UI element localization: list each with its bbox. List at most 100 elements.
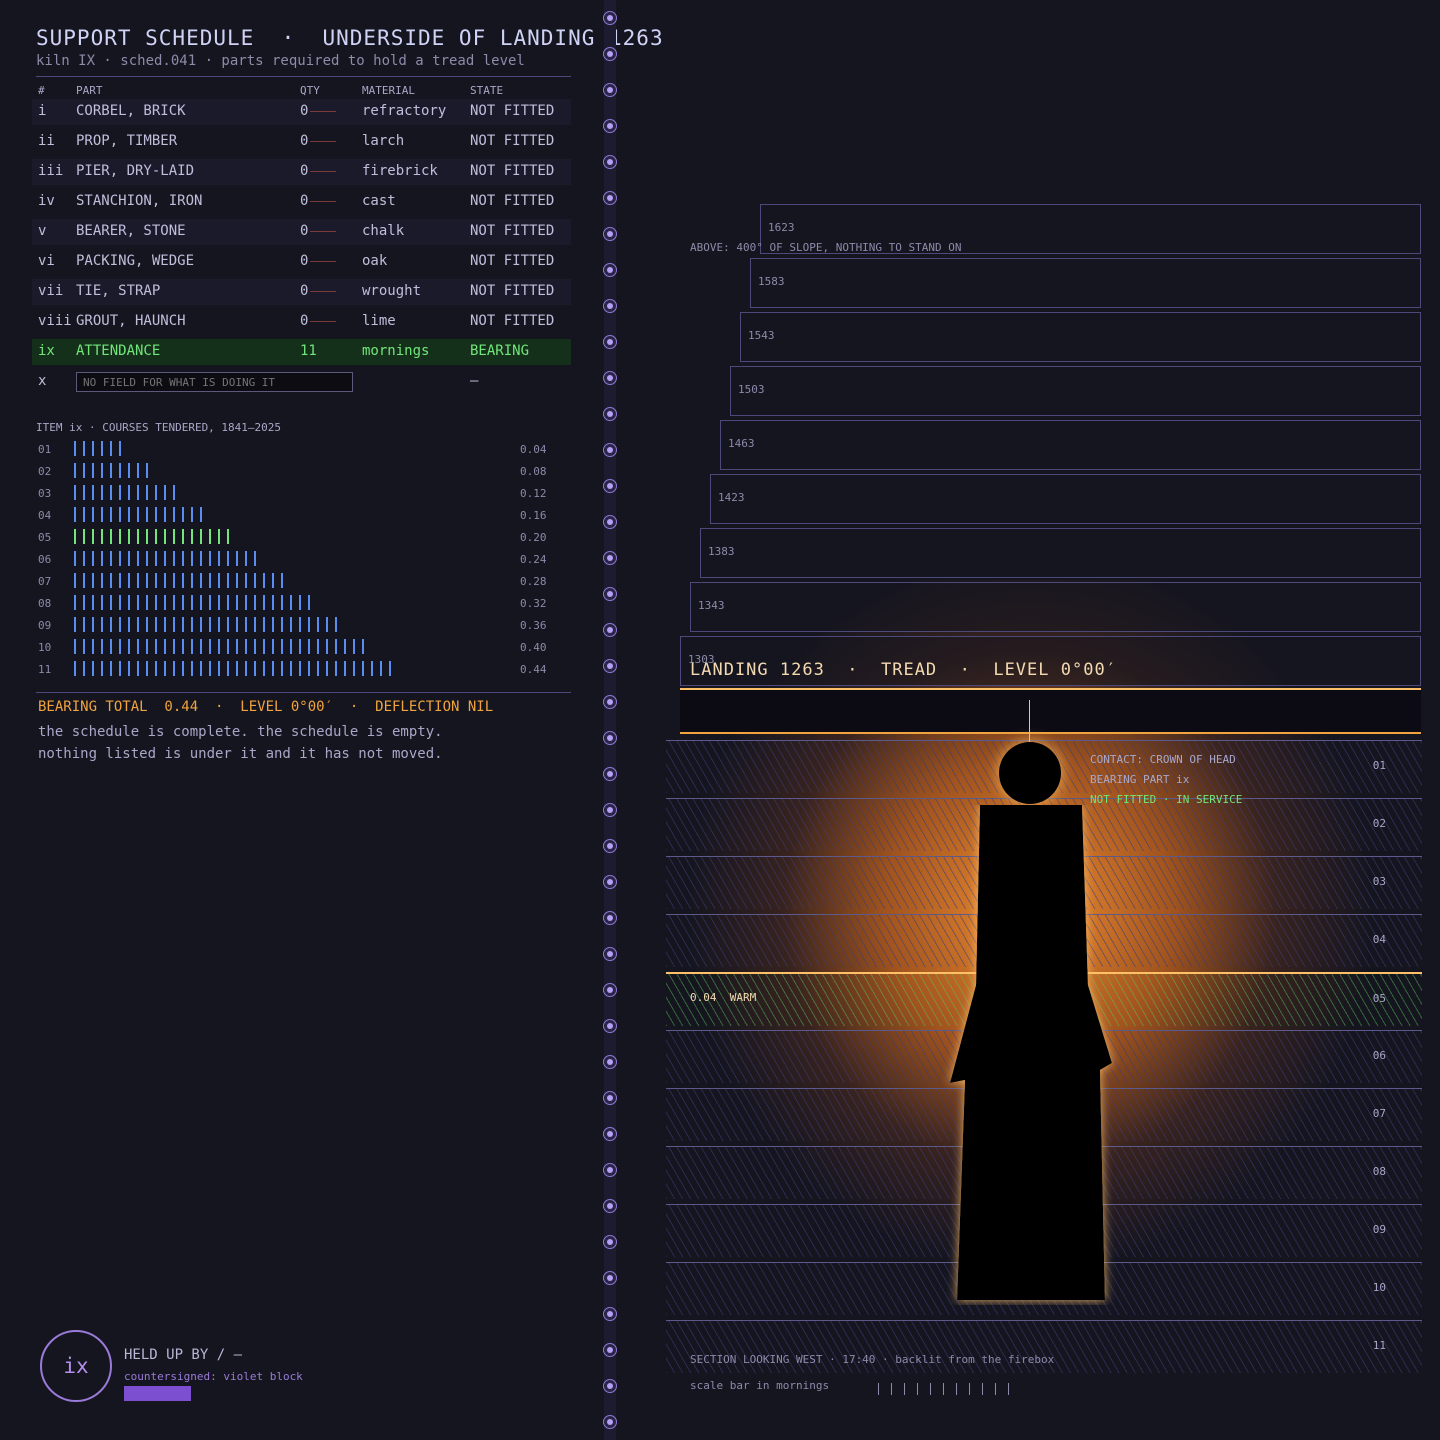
tally-mark <box>119 573 121 588</box>
table-row[interactable]: v BEARER, STONE 0 chalk NOT FITTED <box>32 219 571 245</box>
spine-bolt-icon <box>603 11 617 25</box>
tally-mark <box>146 617 148 632</box>
column-header-qty: QTY <box>300 84 320 97</box>
tally-mark <box>173 639 175 654</box>
tally-mark <box>308 595 310 610</box>
spine-bolt-icon <box>603 1055 617 1069</box>
tally-value: 0.08 <box>520 465 547 478</box>
row-part: TIE, STRAP <box>76 283 161 299</box>
tally-mark <box>137 573 139 588</box>
tally-mark <box>209 661 211 676</box>
tally-mark <box>74 573 76 588</box>
course-number: 02 <box>1372 817 1386 830</box>
tally-course-number: 01 <box>38 443 52 456</box>
tally-mark <box>92 551 94 566</box>
tally-mark <box>74 507 76 522</box>
spine-bolt-icon <box>603 299 617 313</box>
row-number: ix <box>38 343 55 359</box>
contact-line <box>1029 700 1030 744</box>
tally-mark <box>173 617 175 632</box>
flight-level-label: 1383 <box>708 545 735 558</box>
row-state: — <box>470 373 479 389</box>
tally-row: 09 0.36 <box>36 617 556 639</box>
spine-bolt-icon <box>603 1271 617 1285</box>
tally-row: 01 0.04 <box>36 441 556 463</box>
tally-mark <box>218 617 220 632</box>
tally-mark <box>227 617 229 632</box>
tally-marks <box>74 573 290 591</box>
scale-tick <box>904 1383 905 1395</box>
tally-mark <box>137 639 139 654</box>
unlisted-part-field[interactable] <box>76 372 353 392</box>
table-row[interactable]: ii PROP, TIMBER 0 larch NOT FITTED <box>32 129 571 155</box>
tally-mark <box>146 573 148 588</box>
tally-mark <box>209 639 211 654</box>
row-material: oak <box>362 253 388 269</box>
tally-mark <box>92 463 94 478</box>
tally-mark <box>362 639 364 654</box>
upper-flight: 1423 <box>710 474 1421 524</box>
table-row[interactable]: i CORBEL, BRICK 0 refractory NOT FITTED <box>32 99 571 125</box>
tally-mark <box>101 639 103 654</box>
tally-row: 04 0.16 <box>36 507 556 529</box>
tally-mark <box>191 661 193 676</box>
countersigned-note: countersigned: violet block <box>124 1370 303 1383</box>
row-part: PACKING, WEDGE <box>76 253 195 269</box>
tally-mark <box>137 485 139 500</box>
tally-mark <box>155 595 157 610</box>
column-header-number: # <box>38 84 45 97</box>
tread-slab <box>680 688 1421 734</box>
tally-mark <box>128 485 130 500</box>
tally-mark <box>83 485 85 500</box>
course-number: 08 <box>1372 1165 1386 1178</box>
tally-mark <box>218 595 220 610</box>
tally-mark <box>83 595 85 610</box>
tally-mark <box>218 661 220 676</box>
spine-bolt-icon <box>603 731 617 745</box>
course-number: 01 <box>1372 759 1386 772</box>
table-row[interactable]: iv STANCHION, IRON 0 cast NOT FITTED <box>32 189 571 215</box>
course-number: 10 <box>1372 1281 1386 1294</box>
spine-bolt-icon <box>603 479 617 493</box>
row-material: chalk <box>362 223 405 239</box>
table-row[interactable]: vi PACKING, WEDGE 0 oak NOT FITTED <box>32 249 571 275</box>
tally-course-number: 10 <box>38 641 52 654</box>
tally-mark <box>317 639 319 654</box>
tally-mark <box>128 661 130 676</box>
spine-bolt-icon <box>603 1019 617 1033</box>
tally-mark <box>110 507 112 522</box>
tally-course-number: 07 <box>38 575 52 588</box>
spine-bolt-icon <box>603 551 617 565</box>
scale-tick <box>930 1383 931 1395</box>
bearing-total: BEARING TOTAL 0.44 · LEVEL 0°00′ · DEFLE… <box>38 699 494 715</box>
column-header-material: MATERIAL <box>362 84 415 97</box>
tally-mark <box>245 595 247 610</box>
tally-mark <box>236 573 238 588</box>
tally-mark <box>155 529 157 544</box>
column-header-part: PART <box>76 84 103 97</box>
tally-mark <box>155 507 157 522</box>
tally-mark <box>245 617 247 632</box>
tally-mark <box>263 661 265 676</box>
tally-mark <box>110 661 112 676</box>
course-number: 07 <box>1372 1107 1386 1120</box>
row-state: NOT FITTED <box>470 163 555 179</box>
spine-bolt-icon <box>603 47 617 61</box>
table-row[interactable]: vii TIE, STRAP 0 wrought NOT FITTED <box>32 279 571 305</box>
flight-level-label: 1463 <box>728 437 755 450</box>
table-row[interactable]: iii PIER, DRY-LAID 0 firebrick NOT FITTE… <box>32 159 571 185</box>
summary-line-2: nothing listed is under it and it has no… <box>38 746 443 762</box>
table-row[interactable]: viii GROUT, HAUNCH 0 lime NOT FITTED <box>32 309 571 335</box>
tally-mark <box>155 639 157 654</box>
tally-mark <box>146 485 148 500</box>
row-qty: 0 <box>300 283 337 299</box>
tally-mark <box>101 551 103 566</box>
tally-mark <box>92 507 94 522</box>
tally-mark <box>110 617 112 632</box>
tally-mark <box>182 573 184 588</box>
scale-tick <box>1008 1383 1009 1395</box>
upper-flight: 1583 <box>750 258 1421 308</box>
table-row-bearing[interactable]: ix ATTENDANCE 11 mornings BEARING <box>32 339 571 365</box>
tally-mark <box>83 617 85 632</box>
tally-mark <box>227 551 229 566</box>
